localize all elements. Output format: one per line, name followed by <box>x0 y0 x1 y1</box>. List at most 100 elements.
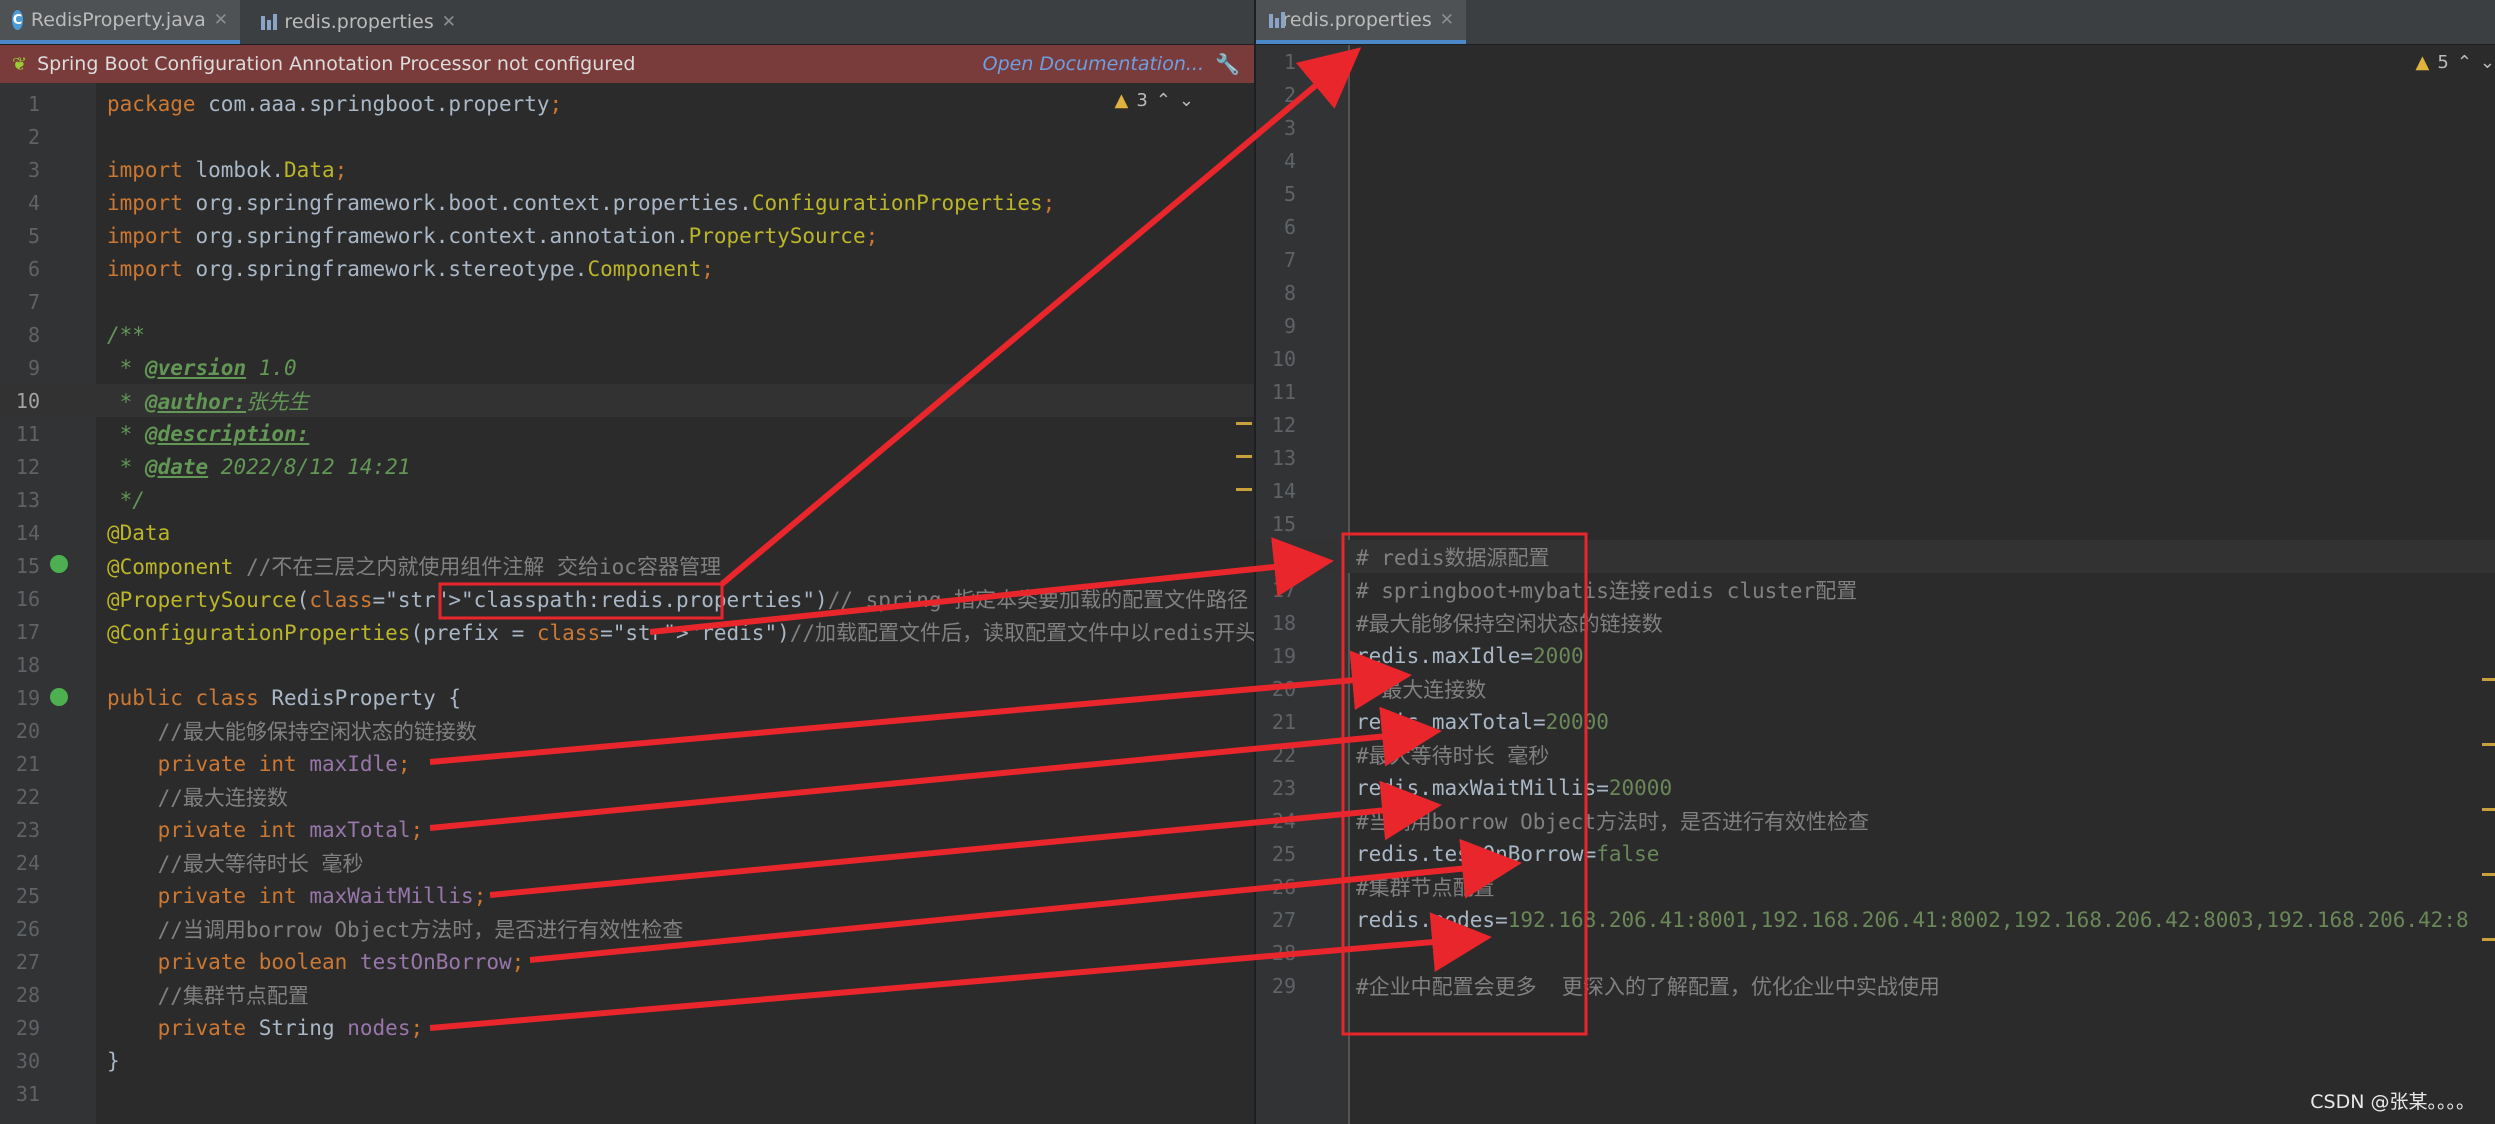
line-number: 27 <box>1271 907 1296 932</box>
code-line[interactable]: 16 @PropertySource(class="str">"classpath… <box>0 582 1254 615</box>
code-line[interactable]: 6 <box>1256 210 2495 243</box>
right-tab-bar: redis.properties ✕ <box>1256 0 2495 45</box>
code-line[interactable]: 9 * @version 1.0 <box>0 351 1254 384</box>
tab-label: RedisProperty.java <box>30 9 206 31</box>
code-line[interactable]: 8 <box>1256 276 2495 309</box>
code-line[interactable]: 27 redis.nodes=192.168.206.41:8001,192.16… <box>1256 903 2495 936</box>
line-number: 26 <box>15 916 40 941</box>
spring-bean-gutter-icon[interactable] <box>50 555 68 573</box>
change-marker <box>2482 743 2495 746</box>
code-line[interactable]: 13 <box>1256 441 2495 474</box>
tab-redis-properties[interactable]: redis.properties ✕ <box>248 0 468 44</box>
line-number: 29 <box>15 1015 40 1040</box>
spring-bean-gutter-icon[interactable] <box>50 688 68 706</box>
line-number: 20 <box>15 718 40 743</box>
line-number: 29 <box>1271 973 1296 998</box>
close-icon[interactable]: ✕ <box>1440 10 1454 30</box>
code-line[interactable]: 20 # 最大连接数 <box>1256 672 2495 705</box>
code-line[interactable]: 22 //最大连接数 <box>0 780 1254 813</box>
code-line[interactable]: 11 <box>1256 375 2495 408</box>
line-number: 12 <box>15 454 40 479</box>
line-number: 13 <box>15 487 40 512</box>
code-line[interactable]: 23 private int maxTotal; <box>0 813 1254 846</box>
code-line[interactable]: 8 /** <box>0 318 1254 351</box>
code-line[interactable]: 18 <box>0 648 1254 681</box>
code-line[interactable]: 14 @Data <box>0 516 1254 549</box>
code-line[interactable]: 25 redis.testOnBorrow=false <box>1256 837 2495 870</box>
code-line[interactable]: 7 <box>1256 243 2495 276</box>
code-line[interactable]: 9 <box>1256 309 2495 342</box>
line-number: 17 <box>1271 577 1296 602</box>
code-line[interactable]: 16 # redis数据源配置 <box>1256 540 2495 573</box>
code-line[interactable]: 20 //最大能够保持空闲状态的链接数 <box>0 714 1254 747</box>
code-text: import org.springframework.context.annot… <box>107 223 879 248</box>
code-line[interactable]: 12 <box>1256 408 2495 441</box>
code-text: @ConfigurationProperties(prefix = class=… <box>107 620 1254 645</box>
code-line[interactable]: 1 <box>1256 45 2495 78</box>
code-text: * @description: <box>107 421 310 446</box>
code-line[interactable]: 26 //当调用borrow Object方法时，是否进行有效性检查 <box>0 912 1254 945</box>
code-text: @Data <box>107 520 171 545</box>
code-line[interactable]: 14 <box>1256 474 2495 507</box>
code-line[interactable]: 29 #企业中配置会更多 更深入的了解配置，优化企业中实战使用 <box>1256 969 2495 1002</box>
code-line[interactable]: 17 @ConfigurationProperties(prefix = clas… <box>0 615 1254 648</box>
line-number: 10 <box>1271 346 1296 371</box>
code-line[interactable]: 21 private int maxIdle; <box>0 747 1254 780</box>
code-line[interactable]: 4 <box>1256 144 2495 177</box>
line-number: 7 <box>1283 247 1296 272</box>
code-line[interactable]: 19 redis.maxIdle=2000 <box>1256 639 2495 672</box>
code-line[interactable]: 10 * @author:张先生 <box>0 384 1254 417</box>
line-number: 3 <box>1283 115 1296 140</box>
close-icon[interactable]: ✕ <box>214 10 228 30</box>
code-line[interactable]: 3 import lombok.Data; <box>0 153 1254 186</box>
code-line[interactable]: 28 <box>1256 936 2495 969</box>
code-line[interactable]: 15 <box>1256 507 2495 540</box>
line-number: 10 <box>15 388 40 413</box>
code-line[interactable]: 21 redis.maxTotal=20000 <box>1256 705 2495 738</box>
line-number: 26 <box>1271 874 1296 899</box>
close-icon[interactable]: ✕ <box>442 12 456 32</box>
code-line[interactable]: 3 <box>1256 111 2495 144</box>
tab-label: redis.properties <box>284 11 434 33</box>
code-line[interactable]: 5 <box>1256 177 2495 210</box>
code-line[interactable]: 19 public class RedisProperty { <box>0 681 1254 714</box>
code-line[interactable]: 13 */ <box>0 483 1254 516</box>
code-line[interactable]: 25 private int maxWaitMillis; <box>0 879 1254 912</box>
line-number: 5 <box>1283 181 1296 206</box>
code-text: redis.testOnBorrow=false <box>1356 841 1660 866</box>
wrench-icon[interactable]: 🔧 <box>1215 52 1240 76</box>
code-line[interactable]: 2 <box>0 120 1254 153</box>
code-line[interactable]: 12 * @date 2022/8/12 14:21 <box>0 450 1254 483</box>
code-line[interactable]: 15 @Component //不在三层之内就使用组件注解 交给ioc容器管理 <box>0 549 1254 582</box>
code-line[interactable]: 22 #最大等待时长 毫秒 <box>1256 738 2495 771</box>
code-text: import org.springframework.stereotype.Co… <box>107 256 714 281</box>
code-line[interactable]: 29 private String nodes; <box>0 1011 1254 1044</box>
change-marker <box>1236 455 1252 458</box>
code-line[interactable]: 6 import org.springframework.stereotype.C… <box>0 252 1254 285</box>
code-line[interactable]: 31 <box>0 1077 1254 1110</box>
open-documentation-link[interactable]: Open Documentation... <box>983 53 1204 75</box>
code-line[interactable]: 27 private boolean testOnBorrow; <box>0 945 1254 978</box>
code-line[interactable]: 11 * @description: <box>0 417 1254 450</box>
line-number: 14 <box>15 520 40 545</box>
code-line[interactable]: 17 # springboot+mybatis连接redis cluster配置 <box>1256 573 2495 606</box>
code-line[interactable]: 28 //集群节点配置 <box>0 978 1254 1011</box>
code-line[interactable]: 1 package com.aaa.springboot.property; <box>0 87 1254 120</box>
code-line[interactable]: 4 import org.springframework.boot.context… <box>0 186 1254 219</box>
code-line[interactable]: 24 //最大等待时长 毫秒 <box>0 846 1254 879</box>
code-line[interactable]: 2 <box>1256 78 2495 111</box>
code-line[interactable]: 23 redis.maxWaitMillis=20000 <box>1256 771 2495 804</box>
code-text: redis.maxTotal=20000 <box>1356 709 1609 734</box>
code-line[interactable]: 18 #最大能够保持空闲状态的链接数 <box>1256 606 2495 639</box>
code-line[interactable]: 7 <box>0 285 1254 318</box>
code-line[interactable]: 10 <box>1256 342 2495 375</box>
code-text: * @version 1.0 <box>107 355 297 380</box>
code-text: * @date 2022/8/12 14:21 <box>107 454 411 479</box>
code-line[interactable]: 26 #集群节点配置 <box>1256 870 2495 903</box>
code-text: //最大能够保持空闲状态的链接数 <box>157 719 477 744</box>
code-line[interactable]: 24 #当调用borrow Object方法时，是否进行有效性检查 <box>1256 804 2495 837</box>
tab-redisproperty-java[interactable]: C RedisProperty.java ✕ <box>0 0 240 44</box>
code-line[interactable]: 5 import org.springframework.context.anno… <box>0 219 1254 252</box>
tab-redis-properties[interactable]: redis.properties ✕ <box>1256 0 1466 44</box>
code-line[interactable]: 30} <box>0 1044 1254 1077</box>
